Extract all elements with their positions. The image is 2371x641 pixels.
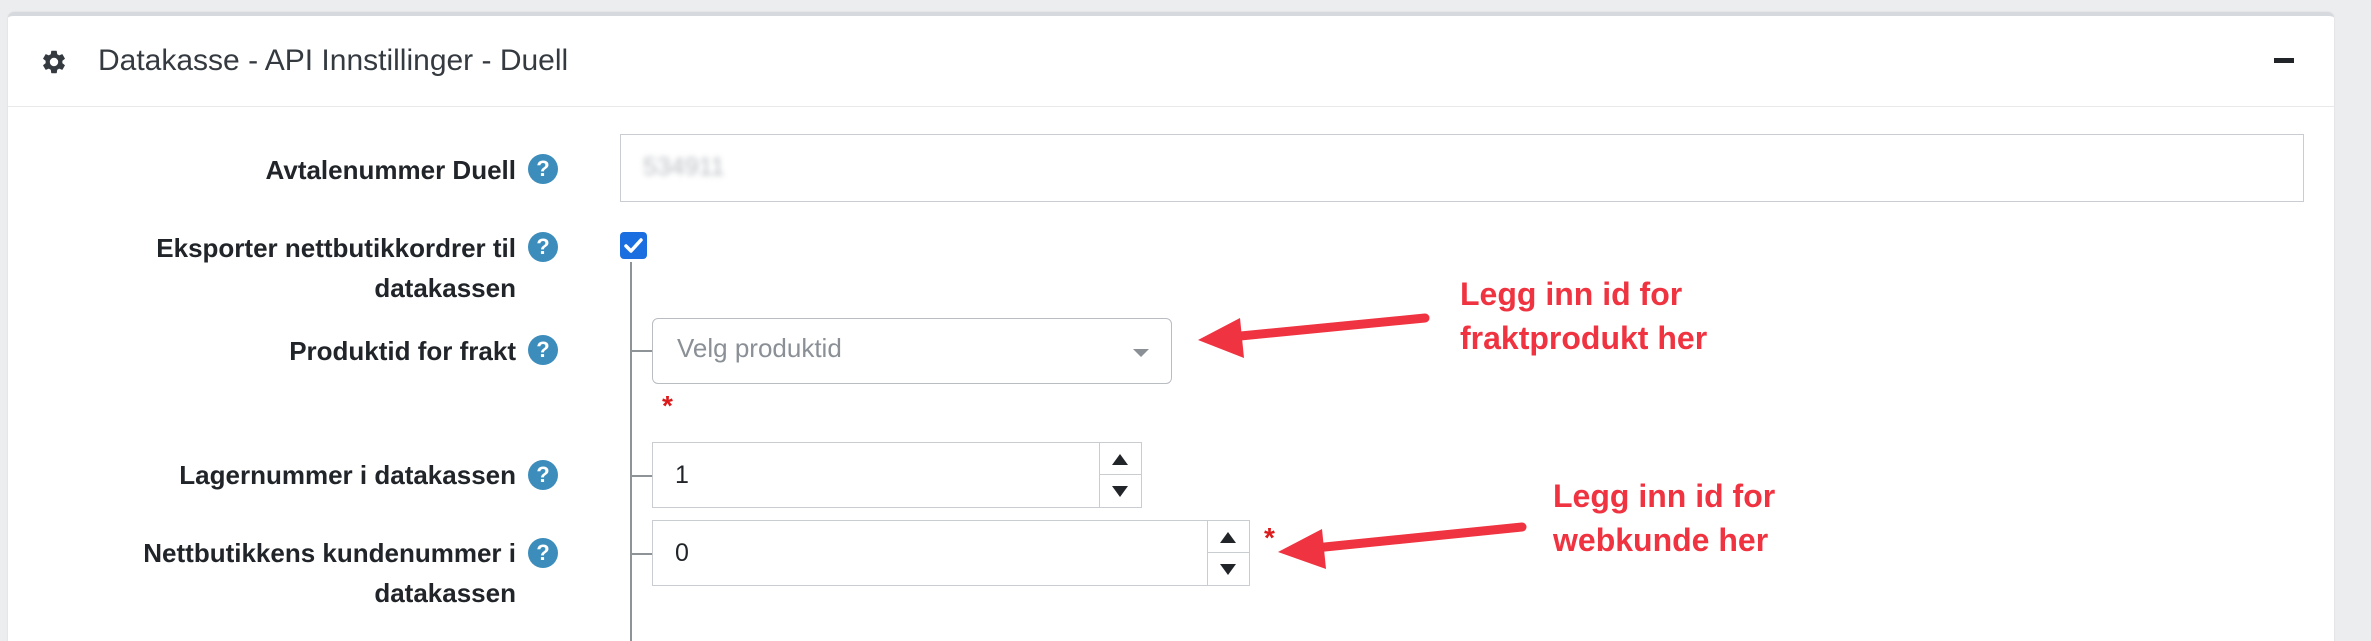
arrow-to-produktid <box>1215 313 1430 343</box>
annotation-webkunde-line1: Legg inn id for <box>1553 478 1776 514</box>
annotation-frakt: Legg inn id for fraktprodukt her <box>1460 272 1707 360</box>
annotation-frakt-line2: fraktprodukt her <box>1460 320 1708 356</box>
annotation-arrows <box>1198 313 1527 569</box>
arrowhead-kundenummer <box>1278 529 1326 569</box>
arrowhead-produktid <box>1198 318 1244 358</box>
annotation-frakt-line1: Legg inn id for <box>1460 276 1683 312</box>
annotation-webkunde: Legg inn id for webkunde her <box>1553 474 1775 562</box>
arrow-to-kundenummer <box>1300 522 1527 554</box>
annotation-webkunde-line2: webkunde her <box>1553 522 1769 558</box>
